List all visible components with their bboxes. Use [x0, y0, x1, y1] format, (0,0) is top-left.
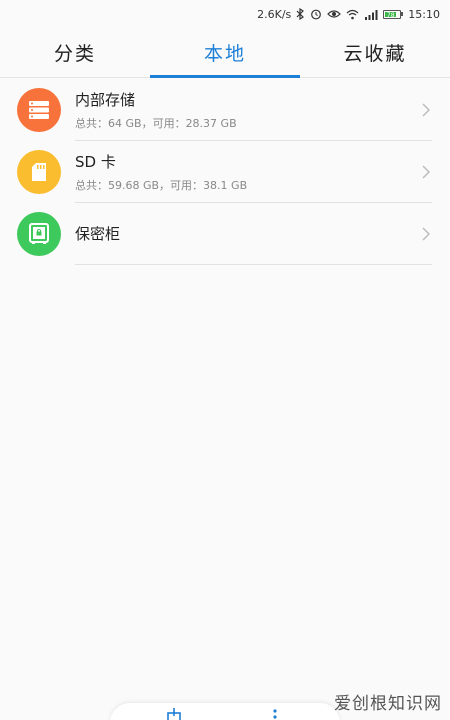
- chevron-right-icon: [422, 164, 431, 179]
- bluetooth-icon: [296, 8, 305, 20]
- list-item-sd-card[interactable]: SD 卡 总共：59.68 GB，可用：38.1 GB: [0, 141, 450, 203]
- storage-list: 内部存储 总共：64 GB，可用：28.37 GB SD 卡 总共：59.68 …: [0, 79, 450, 265]
- signal-icon: [364, 9, 378, 20]
- chevron-right-icon: [422, 102, 431, 117]
- tab-cloud-favorites[interactable]: 云收藏: [300, 28, 450, 77]
- safe-icon: [17, 212, 61, 256]
- bottom-toolbar: [110, 703, 340, 720]
- chevron-right-icon: [422, 226, 431, 241]
- item-title: SD 卡: [75, 152, 116, 171]
- item-subtitle: 总共：59.68 GB，可用：38.1 GB: [75, 178, 248, 192]
- network-speed: 2.6K/s: [257, 7, 292, 21]
- tab-bar: 分类 本地 云收藏: [0, 28, 450, 78]
- item-title: 内部存储: [75, 90, 136, 109]
- clock: 15:10: [408, 7, 440, 21]
- sd-card-icon: [17, 150, 61, 194]
- list-item-safe[interactable]: 保密柜: [0, 203, 450, 265]
- more-icon[interactable]: [272, 706, 278, 720]
- folder-icon[interactable]: [166, 706, 182, 720]
- item-title: 保密柜: [75, 225, 121, 243]
- watermark: 爱创根知识网: [334, 694, 442, 714]
- list-item-internal-storage[interactable]: 内部存储 总共：64 GB，可用：28.37 GB: [0, 79, 450, 141]
- tab-category[interactable]: 分类: [0, 28, 150, 77]
- tab-local[interactable]: 本地: [150, 28, 300, 78]
- battery-level: 78: [385, 11, 397, 19]
- status-bar: 2.6K/s 78 15:10: [0, 0, 450, 28]
- wifi-icon: [346, 9, 359, 20]
- alarm-icon: [310, 8, 322, 20]
- eye-icon: [327, 9, 342, 19]
- item-subtitle: 总共：64 GB，可用：28.37 GB: [75, 116, 237, 130]
- storage-icon: [17, 88, 61, 132]
- battery-icon: 78: [383, 9, 404, 19]
